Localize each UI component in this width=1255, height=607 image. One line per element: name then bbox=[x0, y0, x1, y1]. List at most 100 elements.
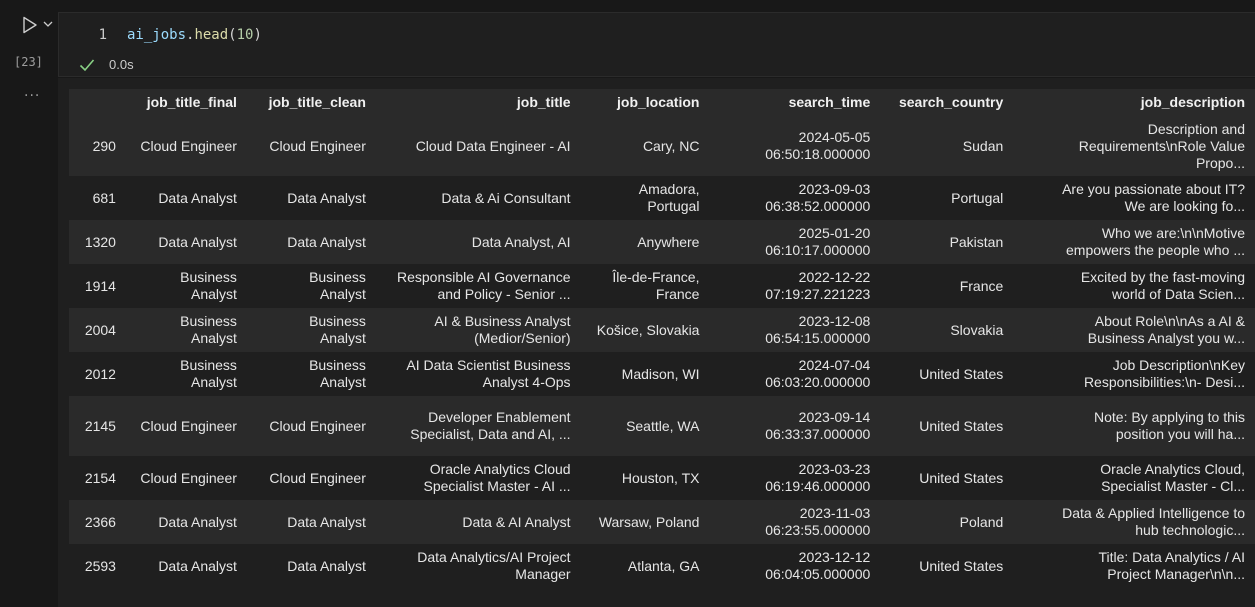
table-row: 2366 Data Analyst Data Analyst Data & AI An… bbox=[69, 500, 1255, 544]
cell-job-title: Cloud Data Engineer - AI bbox=[376, 116, 581, 176]
cell-search-country: Pakistan bbox=[949, 233, 1004, 250]
table-row: 1914 Business Analyst Business Analyst Respon… bbox=[69, 264, 1255, 308]
cell-job-title: AI Data Scientist Business Analyst 4-Ops bbox=[376, 352, 581, 396]
cell-line: Business bbox=[309, 357, 366, 373]
cell-line: 2023-12-08 bbox=[798, 313, 871, 329]
cell-job-title-final: Data Analyst bbox=[158, 513, 237, 530]
cell-line: Title: Data Analytics / AI bbox=[1098, 549, 1245, 565]
cell-line: Excited by the fast-moving bbox=[1080, 269, 1245, 285]
row-index: 290 bbox=[92, 137, 116, 154]
cell-job-description: Note: By applying to this position you wi… bbox=[1013, 396, 1255, 456]
cell-job-title-clean: Cloud Engineer bbox=[269, 137, 366, 154]
code-method: head bbox=[194, 27, 229, 43]
cell-line: Job Description\nKey bbox=[1112, 357, 1245, 373]
cell-search-country: Poland bbox=[959, 513, 1004, 530]
cell-job-location: Amadora, Portugal bbox=[581, 176, 710, 220]
cell-line: Analyst bbox=[319, 286, 366, 302]
cell-job-title-clean: Data Analyst bbox=[287, 513, 366, 530]
row-index: 2366 bbox=[84, 513, 116, 530]
cell-line: 2023-11-03 bbox=[799, 505, 871, 521]
cell-line: Data & AI Analyst bbox=[462, 513, 571, 530]
column-header-index bbox=[69, 89, 126, 116]
cell-line: Data Analyst, AI bbox=[471, 233, 571, 250]
cell-job-title: Developer Enablement Specialist, Data and… bbox=[376, 396, 581, 456]
cell-line: 06:33:37.000000 bbox=[765, 426, 871, 442]
cell-line: Amadora, bbox=[638, 181, 700, 197]
column-header-job-title-final: job_title_final bbox=[125, 89, 247, 116]
cell-line: Madison, WI bbox=[621, 365, 700, 382]
cell-line: Atlanta, GA bbox=[627, 557, 700, 574]
cell-search-time: 2023-03-23 06:19:46.000000 bbox=[709, 456, 880, 500]
cell-line: Cary, NC bbox=[642, 137, 700, 154]
cell-line: 06:54:15.000000 bbox=[765, 330, 871, 346]
cell-line: position you will ha... bbox=[1115, 426, 1245, 442]
cell-line: Are you passionate about IT? bbox=[1062, 181, 1245, 197]
cell-job-description: Who we are:\n\nMotive empowers the people… bbox=[1013, 220, 1255, 264]
cell-gutter: [23] ··· bbox=[0, 0, 58, 607]
cell-job-location: Madison, WI bbox=[581, 352, 710, 396]
cell-job-title-clean: Business Analyst bbox=[247, 352, 376, 396]
cell-job-title: AI & Business Analyst (Medior/Senior) bbox=[376, 308, 581, 352]
cell-line: AI Data Scientist Business bbox=[406, 357, 571, 373]
cell-line: world of Data Scien... bbox=[1111, 286, 1245, 302]
cell-line: Analyst bbox=[191, 330, 237, 346]
cell-job-title-clean: Business Analyst bbox=[247, 308, 376, 352]
execution-count: [23] bbox=[14, 55, 43, 69]
cell-line: and Policy - Senior ... bbox=[437, 286, 571, 302]
cell-line: 2023-03-23 bbox=[798, 461, 871, 477]
cell-job-description: Are you passionate about IT? We are looki… bbox=[1013, 176, 1255, 220]
column-header-search-time: search_time bbox=[709, 89, 881, 116]
more-actions-icon[interactable]: ··· bbox=[24, 88, 40, 104]
cell-job-title-clean: Cloud Engineer bbox=[269, 469, 366, 486]
table-row: 290 Cloud Engineer Cloud Engineer Cloud Dat… bbox=[69, 116, 1255, 176]
cell-job-description: Data & Applied Intelligence to hub techno… bbox=[1013, 500, 1255, 544]
table-row: 2004 Business Analyst Business Analyst AI & B… bbox=[69, 308, 1255, 352]
cell-line: Specialist Master - AI ... bbox=[423, 478, 571, 494]
cell-line: About Role\n\nAs a AI & bbox=[1094, 313, 1245, 329]
cell-job-title-final: Data Analyst bbox=[158, 557, 237, 574]
cell-search-time: 2024-07-04 06:03:20.000000 bbox=[709, 352, 880, 396]
table-body: 290 Cloud Engineer Cloud Engineer Cloud Dat… bbox=[69, 116, 1255, 588]
cell-search-time: 2022-12-22 07:19:27.221223 bbox=[709, 264, 880, 308]
cell-line: Business bbox=[180, 269, 237, 285]
cell-line: Description and bbox=[1147, 120, 1245, 137]
cell-line: Manager bbox=[515, 566, 571, 582]
cell-line: Responsibilities:\n- Desi... bbox=[1083, 374, 1245, 390]
cell-line: 07:19:27.221223 bbox=[765, 286, 871, 302]
cell-line: Business bbox=[309, 269, 366, 285]
cell-line: 2024-05-05 bbox=[798, 129, 871, 145]
cell-job-description: Excited by the fast-moving world of Data … bbox=[1013, 264, 1255, 308]
cell-line: 06:10:17.000000 bbox=[765, 242, 871, 258]
play-icon[interactable] bbox=[20, 15, 40, 35]
table-row: 2593 Data Analyst Data Analyst Data Analyti… bbox=[69, 544, 1255, 588]
cell-search-country: United States bbox=[919, 557, 1004, 574]
cell-line: Note: By applying to this bbox=[1094, 409, 1245, 425]
cell-job-title: Data & Ai Consultant bbox=[376, 176, 581, 220]
table-header-row: job_title_final job_title_clean job_title j… bbox=[69, 89, 1255, 116]
cell-job-description: Job Description\nKey Responsibilities:\n-… bbox=[1013, 352, 1255, 396]
cell-line: Houston, TX bbox=[621, 469, 700, 486]
code-editor[interactable]: ai_jobs.head(10) bbox=[127, 27, 262, 43]
cell-line: Anywhere bbox=[637, 233, 700, 250]
cell-line: 2023-09-14 bbox=[798, 409, 871, 425]
cell-job-location: Warsaw, Poland bbox=[581, 500, 710, 544]
row-index: 2012 bbox=[84, 365, 116, 382]
cell-line: 06:23:55.000000 bbox=[765, 522, 871, 538]
cell-job-title-final: Data Analyst bbox=[158, 233, 237, 250]
cell-line: Analyst 4-Ops bbox=[482, 374, 571, 390]
cell-line: AI & Business Analyst bbox=[434, 313, 571, 329]
chevron-down-icon[interactable] bbox=[42, 17, 54, 29]
check-icon bbox=[79, 58, 95, 72]
cell-job-title-clean: Data Analyst bbox=[287, 189, 366, 206]
cell-line: Specialist, Data and AI, ... bbox=[410, 426, 571, 442]
cell-output: job_title_final job_title_clean job_title j… bbox=[58, 78, 1255, 607]
code-cell[interactable]: 1 ai_jobs.head(10) 0.0s bbox=[58, 12, 1255, 77]
cell-job-location: Houston, TX bbox=[581, 456, 710, 500]
cell-line: Project Manager\n\n... bbox=[1107, 566, 1245, 582]
cell-line: empowers the people who ... bbox=[1066, 242, 1245, 258]
line-number: 1 bbox=[98, 27, 107, 43]
cell-line: France bbox=[655, 286, 700, 302]
code-variable: ai_jobs bbox=[127, 27, 187, 43]
cell-line: Oracle Analytics Cloud bbox=[429, 461, 571, 477]
row-index: 2593 bbox=[84, 557, 116, 574]
